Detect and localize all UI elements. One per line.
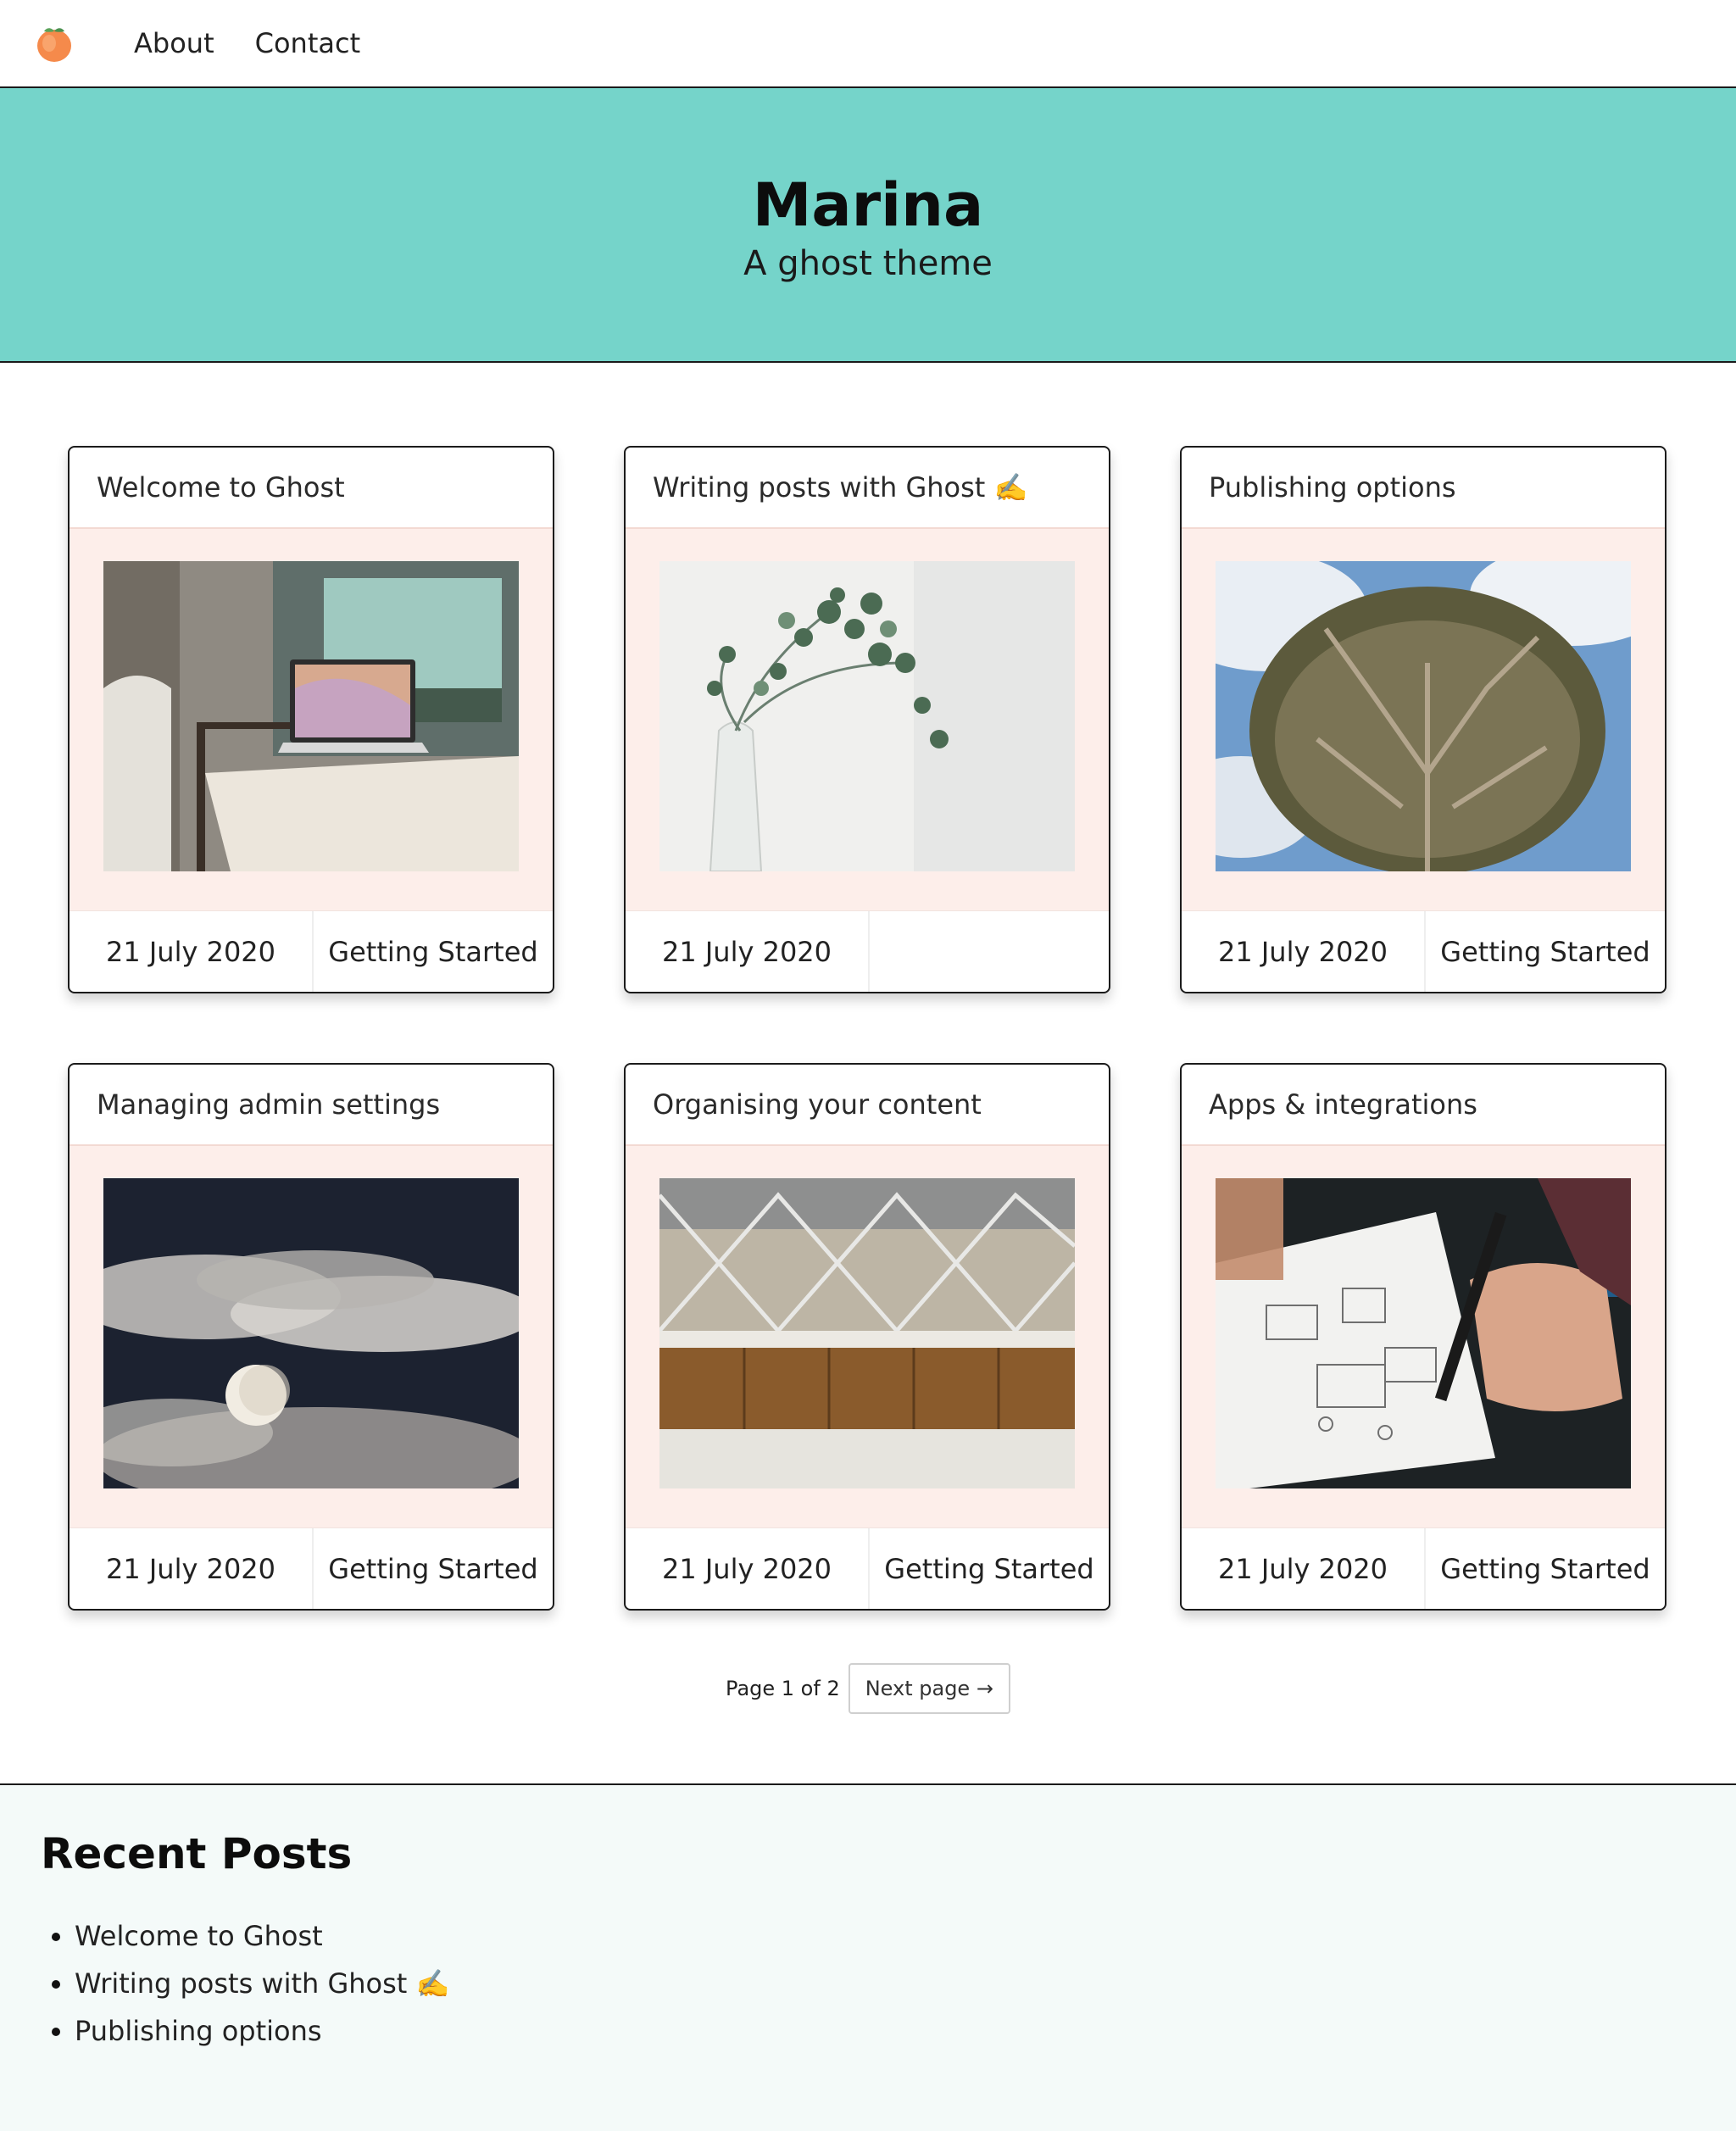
post-date: 21 July 2020 bbox=[1182, 1528, 1426, 1609]
post-date: 21 July 2020 bbox=[70, 911, 314, 992]
post-card-media bbox=[70, 1146, 553, 1527]
post-tag[interactable]: Getting Started bbox=[314, 911, 553, 992]
post-card-footer: 21 July 2020 Getting Started bbox=[1182, 910, 1665, 992]
recent-posts-heading: Recent Posts bbox=[41, 1829, 353, 1878]
page-number: Page 1 of 2 bbox=[726, 1677, 840, 1700]
post-card[interactable]: Apps & integrations 21 July 2020 Getting… bbox=[1180, 1063, 1666, 1611]
post-tag[interactable]: Getting Started bbox=[870, 1528, 1109, 1609]
dragon-tree-image[interactable] bbox=[1216, 561, 1631, 871]
recent-post-link[interactable]: Welcome to Ghost bbox=[75, 1912, 449, 1960]
post-card-footer: 21 July 2020 Getting Started bbox=[70, 910, 553, 992]
post-card-title[interactable]: Apps & integrations bbox=[1182, 1065, 1665, 1146]
laptop-on-bench-image[interactable] bbox=[103, 561, 519, 871]
nav-link-about[interactable]: About bbox=[134, 27, 214, 59]
recent-post-link[interactable]: Writing posts with Ghost ✍️ bbox=[75, 1960, 449, 2007]
hand-sketching-image[interactable] bbox=[1216, 1178, 1631, 1488]
post-card-media bbox=[626, 1146, 1109, 1527]
site-footer: Recent Posts Welcome to Ghost Writing po… bbox=[0, 1783, 1736, 2131]
site-header: Marina A ghost theme bbox=[0, 88, 1736, 363]
post-card-media bbox=[70, 529, 553, 910]
post-card[interactable]: Publishing options 21 July 2020 Getting … bbox=[1180, 446, 1666, 993]
post-date: 21 July 2020 bbox=[626, 1528, 870, 1609]
peach-icon[interactable] bbox=[34, 23, 75, 64]
post-tag[interactable]: Getting Started bbox=[1426, 911, 1665, 992]
nav-link-contact[interactable]: Contact bbox=[255, 27, 361, 59]
post-tag[interactable] bbox=[870, 911, 1109, 992]
post-tag[interactable]: Getting Started bbox=[314, 1528, 553, 1609]
post-card[interactable]: Organising your content 21 July 2020 Get… bbox=[624, 1063, 1110, 1611]
post-card-media bbox=[626, 529, 1109, 910]
post-card-title[interactable]: Publishing options bbox=[1182, 448, 1665, 529]
post-card-footer: 21 July 2020 Getting Started bbox=[626, 1527, 1109, 1609]
eucalyptus-vase-image[interactable] bbox=[659, 561, 1075, 871]
site-description: A ghost theme bbox=[743, 244, 993, 283]
post-card[interactable]: Welcome to Ghost 21 July 2020 Getting St… bbox=[68, 446, 554, 993]
post-card-title[interactable]: Organising your content bbox=[626, 1065, 1109, 1146]
post-date: 21 July 2020 bbox=[1182, 911, 1426, 992]
post-date: 21 July 2020 bbox=[626, 911, 870, 992]
building-facade-image[interactable] bbox=[659, 1178, 1075, 1488]
post-card-footer: 21 July 2020 bbox=[626, 910, 1109, 992]
post-card-media bbox=[1182, 1146, 1665, 1527]
post-date: 21 July 2020 bbox=[70, 1528, 314, 1609]
post-card-title[interactable]: Managing admin settings bbox=[70, 1065, 553, 1146]
site-title: Marina bbox=[752, 170, 984, 240]
post-card-title[interactable]: Welcome to Ghost bbox=[70, 448, 553, 529]
recent-posts-list: Welcome to Ghost Writing posts with Ghos… bbox=[41, 1912, 449, 2055]
moon-clouds-image[interactable] bbox=[103, 1178, 519, 1488]
pagination: Page 1 of 2 Next page → bbox=[0, 1663, 1736, 1714]
post-card-media bbox=[1182, 529, 1665, 910]
post-card[interactable]: Writing posts with Ghost ✍️ 21 July 2020 bbox=[624, 446, 1110, 993]
top-nav: About Contact bbox=[0, 0, 1736, 88]
post-card-footer: 21 July 2020 Getting Started bbox=[1182, 1527, 1665, 1609]
post-card[interactable]: Managing admin settings 21 July 2020 Get… bbox=[68, 1063, 554, 1611]
next-page-button[interactable]: Next page → bbox=[848, 1663, 1010, 1714]
post-card-footer: 21 July 2020 Getting Started bbox=[70, 1527, 553, 1609]
post-tag[interactable]: Getting Started bbox=[1426, 1528, 1665, 1609]
post-feed: Welcome to Ghost 21 July 2020 Getting St… bbox=[0, 363, 1736, 1634]
post-card-title[interactable]: Writing posts with Ghost ✍️ bbox=[626, 448, 1109, 529]
recent-post-link[interactable]: Publishing options bbox=[75, 2007, 449, 2055]
